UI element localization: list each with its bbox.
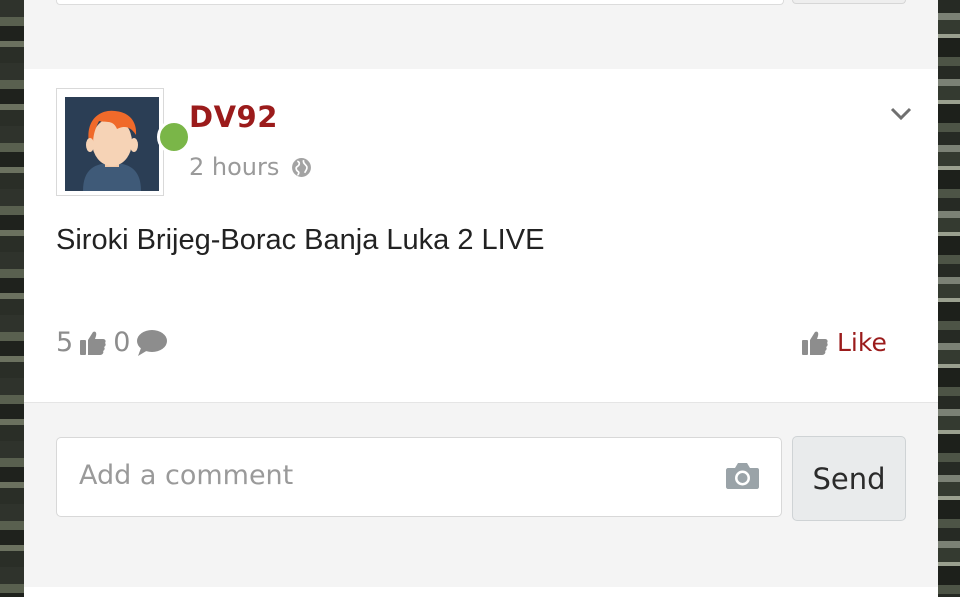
send-button[interactable]: Send	[792, 436, 906, 521]
like-label: Like	[837, 328, 887, 357]
avatar-image	[65, 97, 159, 191]
previous-send-button	[792, 0, 906, 4]
previous-comment-box	[56, 0, 784, 5]
thumbs-up-icon	[80, 331, 106, 355]
post-text: Siroki Brijeg-Borac Banja Luka 2 LIVE	[56, 224, 545, 256]
post-time[interactable]: 2 hours	[189, 153, 279, 181]
comment-input[interactable]	[77, 454, 701, 496]
avatar[interactable]	[56, 88, 191, 196]
feed: DV92 2 hours Siroki Brijeg-Borac Banja L…	[24, 0, 938, 597]
post-stats: 5 0	[56, 327, 174, 358]
background-strip-left	[0, 0, 24, 597]
background-strip-right	[938, 0, 960, 597]
comment-box	[56, 437, 782, 517]
next-post-card	[24, 587, 938, 597]
post-meta: 2 hours	[189, 153, 312, 181]
likes-count: 5	[56, 327, 74, 358]
comment-bubble-icon	[137, 329, 168, 356]
post-username[interactable]: DV92	[189, 100, 278, 134]
globe-icon	[292, 157, 312, 177]
post-card: DV92 2 hours Siroki Brijeg-Borac Banja L…	[24, 69, 938, 403]
like-button[interactable]: Like	[801, 328, 887, 357]
comments-count: 0	[113, 327, 131, 358]
camera-icon[interactable]	[725, 460, 760, 490]
chevron-down-icon[interactable]	[890, 107, 912, 121]
online-status-dot	[157, 120, 191, 154]
thumbs-up-icon	[802, 331, 828, 355]
